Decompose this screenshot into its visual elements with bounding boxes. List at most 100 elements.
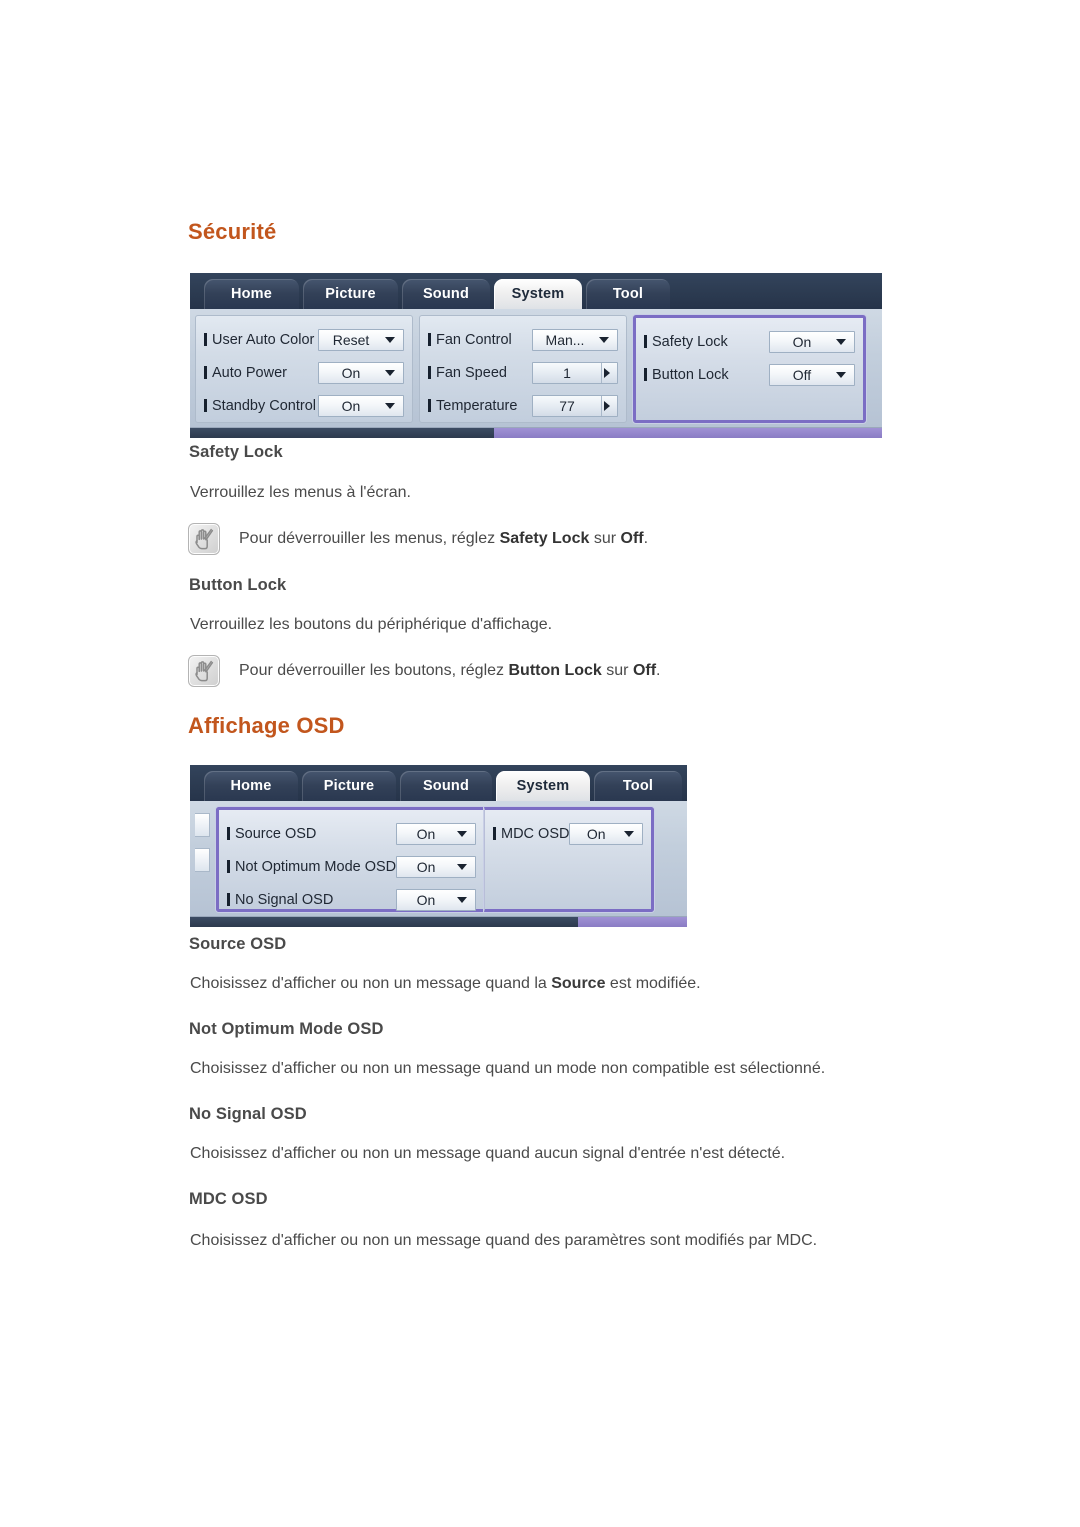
body-text-post: est modifiée. bbox=[605, 975, 701, 992]
osd-scroll-thumb[interactable] bbox=[190, 428, 495, 438]
osd-bullet-icon bbox=[428, 333, 431, 346]
document-page: Sécurité Home Picture Sound System Tool User… bbox=[0, 0, 1080, 1527]
osd-clipped-panel-stub bbox=[195, 807, 211, 912]
osd-setting-label: Fan Control bbox=[428, 332, 512, 348]
subheading-safety-lock: Safety Lock bbox=[189, 443, 283, 461]
note-text-post: . bbox=[656, 662, 661, 679]
osd-scroll-footer[interactable] bbox=[190, 916, 687, 927]
osd-bullet-icon bbox=[227, 860, 230, 873]
chevron-down-icon[interactable] bbox=[599, 336, 609, 343]
osd-setting-row: Auto Power On bbox=[204, 356, 404, 389]
osd-bullet-icon bbox=[204, 333, 207, 346]
osd-panel: Source OSD On Not Optimum Mode OSD On No Sig… bbox=[216, 807, 484, 912]
note-text-bold-1: Safety Lock bbox=[499, 530, 590, 547]
osd-scroll-footer[interactable] bbox=[190, 427, 882, 438]
chevron-down-icon[interactable] bbox=[624, 830, 634, 837]
osd-stepper-divider bbox=[601, 395, 602, 416]
osd-dropdown[interactable]: On bbox=[396, 888, 476, 911]
osd-tab-label: Home bbox=[230, 778, 272, 794]
osd-dropdown[interactable]: On bbox=[769, 330, 855, 353]
body-source-osd: Choisissez d'afficher ou non un message … bbox=[190, 975, 701, 993]
osd-setting-label-text: User Auto Color bbox=[212, 331, 315, 348]
osd-tabbar: Home Picture Sound System Tool bbox=[190, 273, 882, 309]
osd-dropdown[interactable]: On bbox=[318, 361, 404, 384]
osd-bullet-icon bbox=[204, 366, 207, 379]
osd-control-value: On bbox=[341, 364, 361, 381]
osd-dropdown[interactable]: Man... bbox=[532, 328, 618, 351]
osd-setting-label-text: Temperature bbox=[436, 397, 518, 414]
osd-setting-row: Not Optimum Mode OSD On bbox=[227, 850, 476, 883]
chevron-down-icon[interactable] bbox=[836, 371, 846, 378]
osd-dropdown[interactable]: On bbox=[318, 394, 404, 417]
osd-tab-label: Tool bbox=[612, 286, 644, 302]
osd-dropdown[interactable]: On bbox=[396, 822, 476, 845]
chevron-down-icon[interactable] bbox=[457, 863, 467, 870]
osd-tab-home[interactable]: Home bbox=[204, 279, 299, 309]
osd-stepper-divider bbox=[601, 362, 602, 383]
osd-dropdown[interactable]: On bbox=[396, 855, 476, 878]
osd-bullet-icon bbox=[428, 399, 431, 412]
osd-setting-label-text: Fan Speed bbox=[436, 364, 507, 381]
osd-stub-control bbox=[195, 813, 210, 837]
chevron-right-icon[interactable] bbox=[604, 400, 610, 411]
osd-bullet-icon bbox=[644, 368, 647, 381]
note-safety-lock-text: Pour déverrouiller les menus, réglez Saf… bbox=[239, 530, 648, 548]
osd-tab-label: Tool bbox=[622, 778, 654, 794]
osd-control-value: 1 bbox=[563, 364, 571, 381]
osd-setting-label-text: MDC OSD bbox=[501, 825, 570, 842]
body-text-pre: Choisissez d'afficher ou non un message … bbox=[190, 975, 552, 992]
osd-setting-label: Standby Control bbox=[204, 398, 316, 414]
chevron-down-icon[interactable] bbox=[457, 830, 467, 837]
chevron-down-icon[interactable] bbox=[836, 338, 846, 345]
osd-tab-home[interactable]: Home bbox=[204, 771, 298, 801]
osd-panel: User Auto Color Reset Auto Power On Standby … bbox=[195, 315, 413, 423]
chevron-down-icon[interactable] bbox=[457, 896, 467, 903]
note-button-lock-text: Pour déverrouiller les boutons, réglez B… bbox=[239, 662, 661, 680]
osd-control-value: On bbox=[416, 891, 436, 908]
osd-setting-label: Not Optimum Mode OSD bbox=[227, 859, 396, 875]
osd-setting-label-text: Fan Control bbox=[436, 331, 512, 348]
chevron-down-icon[interactable] bbox=[385, 336, 395, 343]
osd-bullet-icon bbox=[644, 335, 647, 348]
chevron-down-icon[interactable] bbox=[385, 402, 395, 409]
osd-control-value: On bbox=[586, 825, 606, 842]
osd-dropdown[interactable]: Off bbox=[769, 363, 855, 386]
osd-panel: MDC OSD On bbox=[484, 807, 654, 912]
osd-body: Source OSD On Not Optimum Mode OSD On No Sig… bbox=[190, 801, 687, 916]
osd-tab-picture[interactable]: Picture bbox=[303, 279, 398, 309]
note-text-bold-2: Off bbox=[620, 530, 644, 547]
osd-bullet-icon bbox=[428, 366, 431, 379]
chevron-down-icon[interactable] bbox=[385, 369, 395, 376]
subheading-button-lock: Button Lock bbox=[189, 576, 287, 594]
osd-tab-tool[interactable]: Tool bbox=[586, 279, 670, 309]
osd-control-value: On bbox=[416, 825, 436, 842]
note-text-mid: sur bbox=[601, 662, 633, 679]
osd-tab-picture[interactable]: Picture bbox=[302, 771, 396, 801]
osd-tab-system[interactable]: System bbox=[496, 771, 590, 801]
osd-setting-label-text: Auto Power bbox=[212, 364, 287, 381]
osd-setting-label-text: Safety Lock bbox=[652, 333, 728, 350]
osd-setting-row: Fan Speed 1 bbox=[428, 356, 618, 389]
osd-tab-tool[interactable]: Tool bbox=[594, 771, 682, 801]
body-mdc-osd: Choisissez d'afficher ou non un message … bbox=[190, 1232, 818, 1249]
osd-tab-system[interactable]: System bbox=[494, 279, 582, 309]
body-not-optimum-mode-osd: Choisissez d'afficher ou non un message … bbox=[190, 1060, 826, 1077]
subheading-not-optimum-mode-osd: Not Optimum Mode OSD bbox=[189, 1020, 384, 1038]
osd-stepper[interactable]: 1 bbox=[532, 361, 618, 384]
osd-stepper[interactable]: 77 bbox=[532, 394, 618, 417]
osd-scroll-thumb[interactable] bbox=[190, 917, 578, 927]
osd-dropdown[interactable]: On bbox=[569, 822, 643, 845]
osd-stub-control bbox=[195, 848, 210, 872]
chevron-right-icon[interactable] bbox=[604, 367, 610, 378]
osd-screenshot-display: Home Picture Sound System Tool Source OSD On N… bbox=[190, 765, 687, 927]
osd-tab-sound[interactable]: Sound bbox=[400, 771, 492, 801]
osd-tab-sound[interactable]: Sound bbox=[402, 279, 490, 309]
osd-setting-label-text: Source OSD bbox=[235, 825, 317, 842]
osd-setting-row: Safety Lock On bbox=[644, 325, 855, 358]
osd-setting-row: Source OSD On bbox=[227, 817, 476, 850]
osd-dropdown[interactable]: Reset bbox=[318, 328, 404, 351]
osd-control-value: On bbox=[341, 397, 361, 414]
note-hand-icon bbox=[188, 523, 220, 555]
page-title-affichage-osd: Affichage OSD bbox=[188, 713, 345, 738]
osd-setting-label: Temperature bbox=[428, 398, 517, 414]
